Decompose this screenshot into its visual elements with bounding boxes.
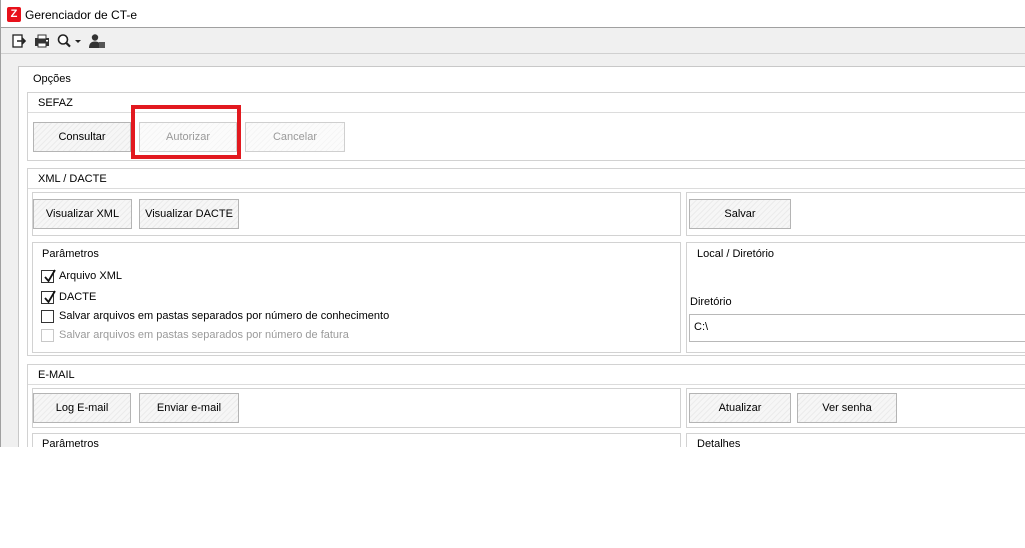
- local-diretorio-title: Local / Diretório: [697, 248, 775, 260]
- checkmark-icon: [44, 269, 56, 283]
- visualizar-dacte-button[interactable]: Visualizar DACTE: [139, 199, 239, 229]
- toolbar: [1, 28, 1025, 54]
- arquivo-xml-checkbox[interactable]: [41, 269, 56, 283]
- separar-fatura-checkbox: [41, 328, 54, 342]
- app-window: Z Gerenciador de CT-e Opções SEFAZ Consu…: [0, 0, 1025, 447]
- dacte-checkbox-row[interactable]: DACTE: [41, 289, 96, 305]
- separar-fatura-checkbox-row: Salvar arquivos em pastas separados por …: [41, 327, 349, 343]
- title-bar: Z Gerenciador de CT-e: [1, 0, 1025, 28]
- cancelar-button[interactable]: Cancelar: [245, 122, 345, 152]
- exit-icon[interactable]: [10, 30, 28, 52]
- diretorio-label: Diretório: [690, 296, 732, 308]
- diretorio-input[interactable]: C:\: [689, 314, 1025, 342]
- xml-dacte-header: XML / DACTE: [28, 169, 1025, 189]
- email-detalhes-box: Detalhes: [686, 433, 1025, 447]
- email-parametros-title: Parâmetros: [42, 438, 99, 447]
- consultar-button[interactable]: Consultar: [33, 122, 131, 152]
- email-header: E-MAIL: [28, 365, 1025, 385]
- separar-conhecimento-checkbox[interactable]: [41, 309, 54, 323]
- app-logo-icon: Z: [7, 7, 21, 22]
- search-dropdown-icon[interactable]: [56, 30, 84, 52]
- dacte-checkbox[interactable]: [41, 290, 56, 304]
- visualizar-xml-button[interactable]: Visualizar XML: [33, 199, 132, 229]
- xml-dacte-title: XML / DACTE: [38, 173, 107, 185]
- log-email-button[interactable]: Log E-mail: [33, 393, 131, 423]
- arquivo-xml-checkbox-row[interactable]: Arquivo XML: [41, 268, 122, 284]
- atualizar-button[interactable]: Atualizar: [689, 393, 791, 423]
- ver-senha-button[interactable]: Ver senha: [797, 393, 897, 423]
- email-parametros-box: Parâmetros: [32, 433, 681, 447]
- printer-icon[interactable]: [32, 30, 52, 52]
- window-title: Gerenciador de CT-e: [25, 8, 138, 22]
- checkmark-icon: [44, 290, 56, 304]
- email-title: E-MAIL: [38, 369, 75, 381]
- arquivo-xml-label: Arquivo XML: [59, 270, 122, 282]
- enviar-email-button[interactable]: Enviar e-mail: [139, 393, 239, 423]
- email-detalhes-title: Detalhes: [697, 438, 741, 447]
- dacte-label: DACTE: [59, 291, 97, 303]
- sefaz-title: SEFAZ: [38, 97, 73, 109]
- salvar-button[interactable]: Salvar: [689, 199, 791, 229]
- options-title: Opções: [33, 73, 71, 85]
- highlight-box: [131, 105, 241, 159]
- separar-fatura-label: Salvar arquivos em pastas separados por …: [59, 329, 349, 341]
- separar-conhecimento-checkbox-row[interactable]: Salvar arquivos em pastas separados por …: [41, 308, 389, 324]
- separar-conhecimento-label: Salvar arquivos em pastas separados por …: [59, 310, 390, 322]
- parametros-title: Parâmetros: [42, 248, 99, 260]
- user-icon[interactable]: [87, 30, 107, 52]
